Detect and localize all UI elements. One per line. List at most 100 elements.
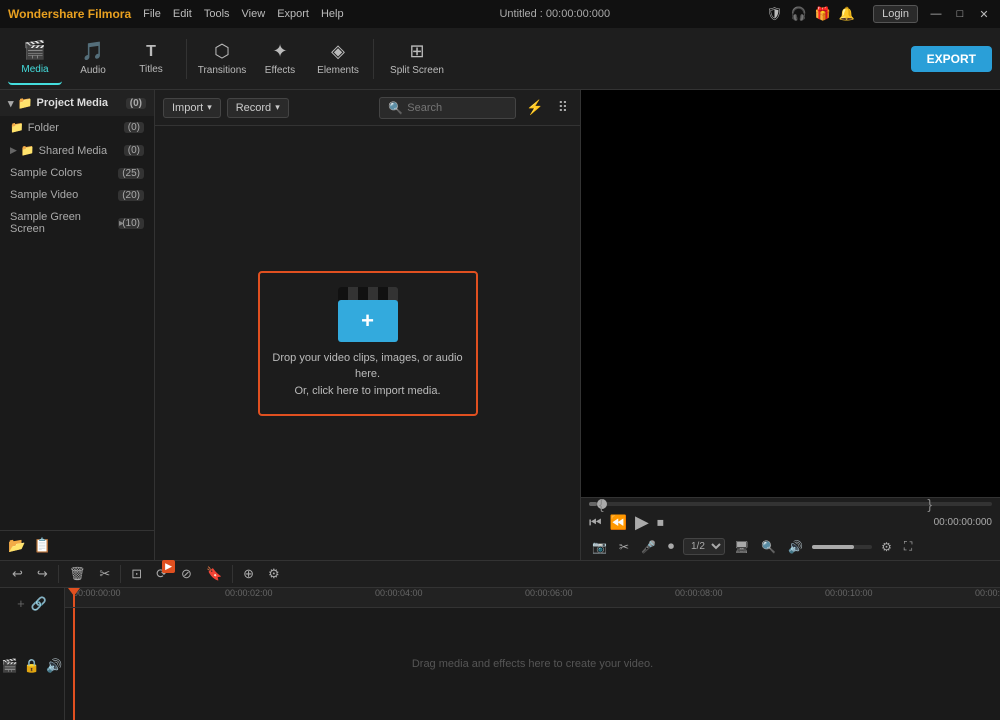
menu-edit[interactable]: Edit bbox=[173, 8, 192, 20]
rec-icon[interactable]: ⏺ bbox=[665, 537, 677, 556]
colors-count: (25) bbox=[118, 168, 144, 179]
close-button[interactable]: ✕ bbox=[976, 6, 992, 22]
bottom-controls-row: 📷 ✂ 🎤 ⏺ 1/2 🖥 🔍 🔊 ⚙ ⛶ bbox=[589, 537, 992, 556]
lock-track-icon[interactable]: 🔒 bbox=[24, 658, 40, 674]
volume-icon[interactable]: 🔊 bbox=[785, 538, 806, 556]
timeline-settings-button[interactable]: ⚙ bbox=[264, 564, 284, 584]
menu-view[interactable]: View bbox=[242, 8, 266, 20]
panel-list: 📁 Folder (0) ▶ 📁 Shared Media (0) Sample… bbox=[0, 116, 154, 530]
import-button[interactable]: Import ▾ bbox=[163, 98, 221, 118]
list-item-folder[interactable]: 📁 Folder (0) bbox=[0, 116, 154, 139]
search-input[interactable] bbox=[407, 102, 507, 114]
timeline-ruler: 00:00:00:00 00:00:02:00 00:00:04:00 00:0… bbox=[65, 588, 1000, 608]
headset-icon[interactable]: 🎧 bbox=[791, 6, 807, 22]
elements-icon: ◈ bbox=[331, 41, 345, 62]
folder-icon: 📁 bbox=[18, 96, 33, 110]
menu-tools[interactable]: Tools bbox=[204, 8, 230, 20]
snap-button[interactable]: ⊕ bbox=[239, 564, 258, 584]
speed-selector[interactable]: 1/2 bbox=[683, 538, 725, 555]
delete-button[interactable]: 🗑 bbox=[65, 564, 90, 584]
add-track-icon[interactable]: + bbox=[17, 596, 25, 611]
add-folder-button[interactable]: 📂 bbox=[8, 537, 25, 554]
folder-small-icon: 📁 bbox=[10, 121, 24, 134]
menu-export[interactable]: Export bbox=[277, 8, 309, 20]
menu-file[interactable]: File bbox=[143, 8, 161, 20]
skip-back-button[interactable]: ⏮ bbox=[589, 514, 602, 531]
speed-button[interactable]: ⟳ ▶ bbox=[152, 564, 171, 584]
add-marker-button[interactable]: 🔖 bbox=[202, 564, 226, 584]
volume-fill bbox=[812, 545, 854, 549]
export-button[interactable]: EXPORT bbox=[911, 46, 992, 72]
scissors-icon[interactable]: ✂ bbox=[616, 538, 632, 556]
panel-bottom-actions: 📂 📋 bbox=[0, 530, 154, 560]
settings-icon[interactable]: ⚙ bbox=[878, 538, 895, 556]
add-item-button[interactable]: 📋 bbox=[33, 537, 50, 554]
toolbar-audio[interactable]: 🎵 Audio bbox=[66, 33, 120, 85]
playback-controls: ⏮ ⏪ ▶ ⏹ 00:00:00:000 bbox=[589, 512, 992, 533]
track-area: Drag media and effects here to create yo… bbox=[65, 608, 1000, 720]
main-area: ▾ 📁 Project Media (0) 📁 Folder (0) ▶ 📁 S… bbox=[0, 90, 1000, 560]
detach-button[interactable]: ⊘ bbox=[177, 564, 196, 584]
toolbar-titles[interactable]: T Titles bbox=[124, 33, 178, 85]
filter-icon[interactable]: ⚡ bbox=[522, 97, 547, 118]
speaker-track-icon[interactable]: 🔊 bbox=[46, 658, 62, 674]
toolbar-audio-label: Audio bbox=[80, 65, 106, 76]
cut-button[interactable]: ✂ bbox=[95, 564, 114, 584]
grid-view-icon[interactable]: ⠿ bbox=[554, 97, 572, 118]
volume-slider[interactable] bbox=[812, 545, 872, 549]
timeline-body: + 🔗 🎬 🔒 🔊 00:00:00:00 00:00:02:00 00:00:… bbox=[0, 588, 1000, 720]
left-panel: ▾ 📁 Project Media (0) 📁 Folder (0) ▶ 📁 S… bbox=[0, 90, 155, 560]
record-button[interactable]: Record ▾ bbox=[227, 98, 289, 118]
panel-header: ▾ 📁 Project Media (0) bbox=[0, 90, 154, 116]
maximize-button[interactable]: □ bbox=[952, 6, 968, 22]
toolbar-elements[interactable]: ◈ Elements bbox=[311, 33, 365, 85]
gift-icon[interactable]: 🎁 bbox=[815, 6, 831, 22]
toolbar-transitions-label: Transitions bbox=[198, 65, 247, 76]
center-panel: Import ▾ Record ▾ 🔍 ⚡ ⠿ bbox=[155, 90, 580, 560]
ruler-mark-4: 00:00:08:00 bbox=[675, 588, 723, 598]
ruler-mark-1: 00:00:02:00 bbox=[225, 588, 273, 598]
arrow-icon: ▸ bbox=[119, 218, 124, 229]
toolbar-transitions[interactable]: ⬡ Transitions bbox=[195, 33, 249, 85]
list-item-shared[interactable]: ▶ 📁 Shared Media (0) bbox=[0, 139, 154, 162]
progress-bar[interactable]: { } bbox=[589, 502, 992, 506]
timeline-left-column: + 🔗 🎬 🔒 🔊 bbox=[0, 588, 65, 720]
play-button[interactable]: ▶ bbox=[635, 512, 649, 533]
stop-button[interactable]: ⏹ bbox=[657, 514, 664, 531]
toolbar-media[interactable]: 🎬 Media bbox=[8, 33, 62, 85]
ruler-mark-3: 00:00:06:00 bbox=[525, 588, 573, 598]
list-item-video[interactable]: Sample Video (20) bbox=[0, 184, 154, 206]
link-icon[interactable]: 🔗 bbox=[31, 596, 47, 612]
screen-icon[interactable]: 🖥 bbox=[731, 538, 752, 556]
mic-icon[interactable]: 🎤 bbox=[638, 538, 659, 556]
menu-help[interactable]: Help bbox=[321, 8, 344, 20]
drop-zone[interactable]: + Drop your video clips, images, or audi… bbox=[258, 271, 478, 416]
fullscreen-icon[interactable]: ⛶ bbox=[901, 537, 915, 556]
zoom-icon[interactable]: 🔍 bbox=[758, 538, 779, 556]
list-item-green[interactable]: Sample Green Screen (10) ▸ bbox=[0, 206, 154, 240]
list-item-colors[interactable]: Sample Colors (25) bbox=[0, 162, 154, 184]
redo-button[interactable]: ↪ bbox=[33, 564, 52, 584]
login-button[interactable]: Login bbox=[873, 5, 918, 23]
clapboard-icon: + bbox=[338, 287, 398, 342]
toolbar-media-label: Media bbox=[21, 64, 48, 75]
drop-zone-text: Drop your video clips, images, or audio … bbox=[260, 350, 476, 400]
toolbar-effects[interactable]: ✦ Effects bbox=[253, 33, 307, 85]
green-item-name: Sample Green Screen bbox=[10, 211, 118, 235]
drag-hint: Drag media and effects here to create yo… bbox=[412, 658, 653, 670]
bell-icon[interactable]: 🔔 bbox=[839, 6, 855, 22]
playhead[interactable] bbox=[73, 588, 75, 607]
search-box[interactable]: 🔍 bbox=[379, 97, 516, 119]
camera-icon[interactable]: 📷 bbox=[589, 538, 610, 556]
undo-button[interactable]: ↩ bbox=[8, 564, 27, 584]
step-back-button[interactable]: ⏪ bbox=[610, 514, 627, 531]
minimize-button[interactable]: — bbox=[928, 6, 944, 22]
toolbar-divider bbox=[186, 39, 187, 79]
folder-count: (0) bbox=[124, 122, 144, 133]
video-track-icon[interactable]: 🎬 bbox=[2, 658, 18, 674]
effects-icon: ✦ bbox=[272, 41, 287, 62]
toolbar-effects-label: Effects bbox=[265, 65, 295, 76]
crop-button[interactable]: ⊡ bbox=[127, 564, 146, 584]
toolbar-split-screen[interactable]: ⊞ Split Screen bbox=[382, 33, 452, 85]
shield-icon[interactable]: 🛡 bbox=[766, 6, 783, 22]
